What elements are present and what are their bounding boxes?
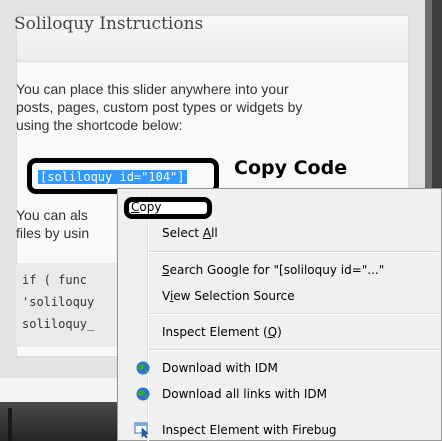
- taskbar: [0, 402, 130, 441]
- instructions-line: using the shortcode below:: [16, 117, 183, 133]
- menu-item-download-with-idm[interactable]: Download with IDM: [120, 357, 441, 379]
- instructions-line: posts, pages, custom post types or widge…: [16, 99, 303, 115]
- code-line: 'soliloquy: [22, 295, 95, 309]
- menu-item-select-all[interactable]: Select All: [120, 222, 441, 244]
- instructions-line: You can place this slider anywhere into …: [16, 81, 289, 97]
- copy-code-annotation: Copy Code: [234, 157, 348, 179]
- context-menu: Copy Select All Search Google for "[soli…: [117, 188, 442, 441]
- menu-separator: [149, 313, 439, 315]
- menu-item-copy[interactable]: Copy: [120, 197, 441, 219]
- code-line: if ( func: [22, 273, 88, 287]
- menu-item-view-selection-source[interactable]: View Selection Source: [120, 285, 441, 307]
- menu-separator: [149, 349, 439, 351]
- menu-item-label: Copy: [131, 200, 162, 214]
- menu-item-label: Select All: [162, 226, 218, 240]
- metabox-title: Soliloquy Instructions: [14, 14, 204, 34]
- menu-item-label: Download with IDM: [162, 361, 278, 375]
- page-footer-strip: [0, 378, 130, 402]
- menu-item-label: Download all links with IDM: [162, 387, 327, 401]
- menu-separator: [149, 251, 439, 253]
- shortcode-text[interactable]: [soliloquy id="104"]: [38, 170, 187, 184]
- instructions-paragraph: You can place this slider anywhere into …: [16, 80, 386, 134]
- idm-globe-icon: [134, 386, 152, 402]
- menu-item-label: Search Google for "[soliloquy id="...": [162, 263, 385, 277]
- menu-item-inspect-with-firebug[interactable]: Inspect Element with Firebug: [120, 419, 441, 441]
- menu-item-search-google[interactable]: Search Google for "[soliloquy id="...": [120, 259, 441, 281]
- firebug-inspect-icon: [134, 422, 152, 439]
- idm-globe-icon: [134, 360, 152, 376]
- menu-item-inspect-element[interactable]: Inspect Element (Q): [120, 321, 441, 343]
- menu-item-label: Inspect Element with Firebug: [162, 423, 337, 437]
- menu-item-label: View Selection Source: [162, 289, 295, 303]
- code-line: soliloquy_: [22, 317, 95, 331]
- menu-item-label: Inspect Element (Q): [162, 325, 282, 339]
- menu-item-download-all-links-idm[interactable]: Download all links with IDM: [120, 383, 441, 405]
